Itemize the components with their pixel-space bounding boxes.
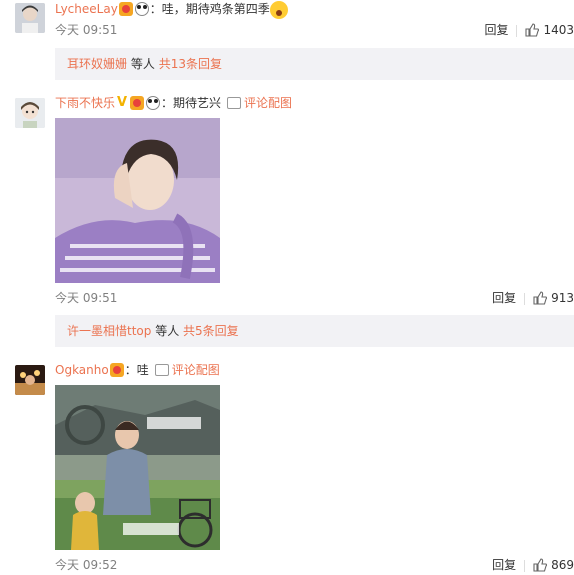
reply-count[interactable]: 共13条回复	[159, 57, 222, 71]
like-button[interactable]: 1403	[525, 22, 574, 37]
comment-text: ：哇	[124, 363, 149, 377]
divider	[524, 292, 526, 305]
reply-users[interactable]: 许一墨相惜ttop	[67, 324, 151, 338]
more-replies[interactable]: 许一墨相惜ttop 等人 共5条回复	[55, 315, 574, 347]
reply-button[interactable]: 回复	[484, 23, 508, 37]
surprised-emoji-icon	[269, 0, 288, 19]
panda-badge-icon	[146, 95, 161, 110]
like-count: 869	[551, 558, 574, 572]
like-count: 1403	[543, 23, 574, 37]
comment-text: ：哇，期待鸡条第四季	[149, 2, 270, 16]
comment-line: Ogkanho ：哇 评论配图	[55, 361, 220, 379]
vip-badge-icon	[118, 1, 133, 16]
avatar[interactable]	[15, 3, 45, 33]
comment-image-link[interactable]: 评论配图	[227, 96, 292, 110]
like-button[interactable]: 913	[533, 290, 574, 305]
like-button[interactable]: 869	[533, 557, 574, 572]
comment-line: LycheeLay ：哇，期待鸡条第四季	[55, 0, 288, 19]
thumbs-up-icon	[525, 22, 540, 37]
vip-badge-icon	[130, 95, 145, 110]
reply-count[interactable]: 共5条回复	[183, 324, 239, 338]
comment-image-link[interactable]: 评论配图	[154, 363, 220, 377]
reply-users-suffix: 等人	[155, 324, 180, 338]
comment-time: 今天 09:52	[55, 558, 118, 572]
comment-actions: 回复 1403	[484, 22, 574, 38]
comment-image[interactable]	[55, 118, 220, 283]
panda-badge-icon	[134, 1, 149, 16]
thumbs-up-icon	[533, 557, 548, 572]
reply-users-suffix: 等人	[130, 57, 155, 71]
reply-button[interactable]: 回复	[492, 558, 516, 572]
username-link[interactable]: LycheeLay	[55, 2, 118, 16]
reply-users[interactable]: 耳环奴姗姗	[67, 57, 127, 71]
comment-image-label: 评论配图	[171, 363, 220, 377]
comment-time: 今天 09:51	[55, 291, 118, 305]
comment-actions: 回复 913	[492, 290, 574, 306]
thumbs-up-icon	[533, 290, 548, 305]
more-replies[interactable]: 耳环奴姗姗 等人 共13条回复	[55, 48, 574, 80]
comment-image-label: 评论配图	[244, 96, 293, 110]
comment-line: 下雨不快乐 V ：期待艺兴 评论配图	[55, 94, 292, 112]
reply-button[interactable]: 回复	[492, 291, 516, 305]
username-link[interactable]: Ogkanho	[55, 363, 109, 377]
like-count: 913	[551, 291, 574, 305]
avatar[interactable]	[15, 365, 45, 395]
username-link[interactable]: 下雨不快乐	[55, 96, 115, 110]
vip-badge-icon	[109, 362, 124, 377]
comment-actions: 回复 869	[492, 557, 574, 573]
avatar[interactable]	[15, 98, 45, 128]
verified-v-icon: V	[116, 94, 128, 110]
image-icon	[154, 363, 169, 376]
comment-image[interactable]	[55, 385, 220, 550]
image-icon	[227, 96, 242, 109]
comment-text: ：期待艺兴	[161, 96, 222, 110]
divider	[516, 24, 518, 37]
comment-time: 今天 09:51	[55, 23, 118, 37]
divider	[524, 559, 526, 572]
